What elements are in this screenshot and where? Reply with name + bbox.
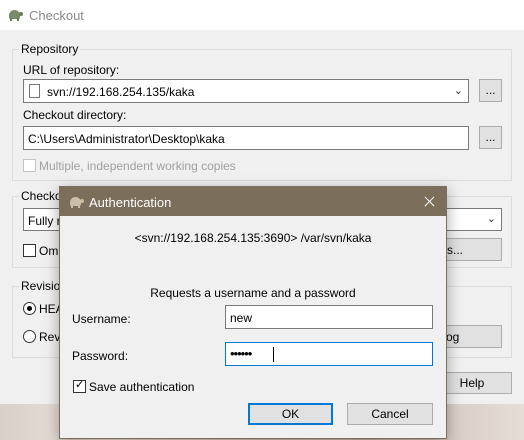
tortoise-svn-icon [8,8,24,22]
username-value: new [230,311,253,325]
omit-externals-checkbox[interactable] [23,244,36,257]
revision-group-label: Revisio [19,279,63,293]
url-value: svn://192.168.254.135/kaka [47,85,195,99]
url-combobox[interactable]: svn://192.168.254.135/kaka ⌄ [23,79,469,103]
text-cursor [273,347,274,362]
specific-revision-radio[interactable] [23,330,36,343]
password-mask: •••••• [230,346,252,361]
password-label: Password: [72,349,129,363]
multiple-copies-label: Multiple, independent working copies [39,159,236,173]
checkout-dir-value: C:\Users\Administrator\Desktop\kaka [28,132,225,146]
auth-dialog-title: Authentication [89,195,172,210]
close-icon[interactable] [412,187,446,216]
save-auth-label: Save authentication [89,380,195,394]
repository-group-label: Repository [19,42,81,56]
cancel-button[interactable]: Cancel [347,403,433,425]
checkout-dir-label: Checkout directory: [23,108,127,122]
chevron-down-icon[interactable]: ⌄ [454,84,463,97]
checkmark-icon: ✓ [75,379,85,391]
authentication-dialog: Authentication <svn://192.168.254.135:36… [59,186,447,439]
save-auth-checkbox[interactable]: ✓ [73,379,86,393]
multiple-copies-checkbox[interactable] [23,159,36,172]
auth-titlebar[interactable]: Authentication [60,187,446,216]
auth-realm: <svn://192.168.254.135:3690> /var/svn/ka… [134,231,372,245]
checkout-depth-group-label: Checko [19,189,64,203]
tortoise-svn-icon [69,195,85,209]
browse-dir-button[interactable]: ... [479,126,502,149]
ok-button[interactable]: OK [248,403,333,425]
omit-externals-label: Om [39,244,59,258]
username-input[interactable]: new [225,305,433,329]
depth-value: Fully r [28,214,61,228]
password-input[interactable]: •••••• [225,342,433,366]
specific-revision-label: Rev [39,330,61,344]
browse-url-button[interactable]: ... [479,79,502,102]
checkout-titlebar[interactable]: Checkout [0,0,524,30]
chevron-down-icon[interactable]: ⌄ [487,212,496,225]
head-revision-radio[interactable] [23,302,36,315]
username-label: Username: [72,312,131,326]
url-label: URL of repository: [23,63,120,77]
checkout-dir-input[interactable]: C:\Users\Administrator\Desktop\kaka [23,126,469,150]
file-icon [29,84,40,98]
auth-prompt: Requests a username and a password [150,286,356,300]
window-title: Checkout [29,8,84,23]
